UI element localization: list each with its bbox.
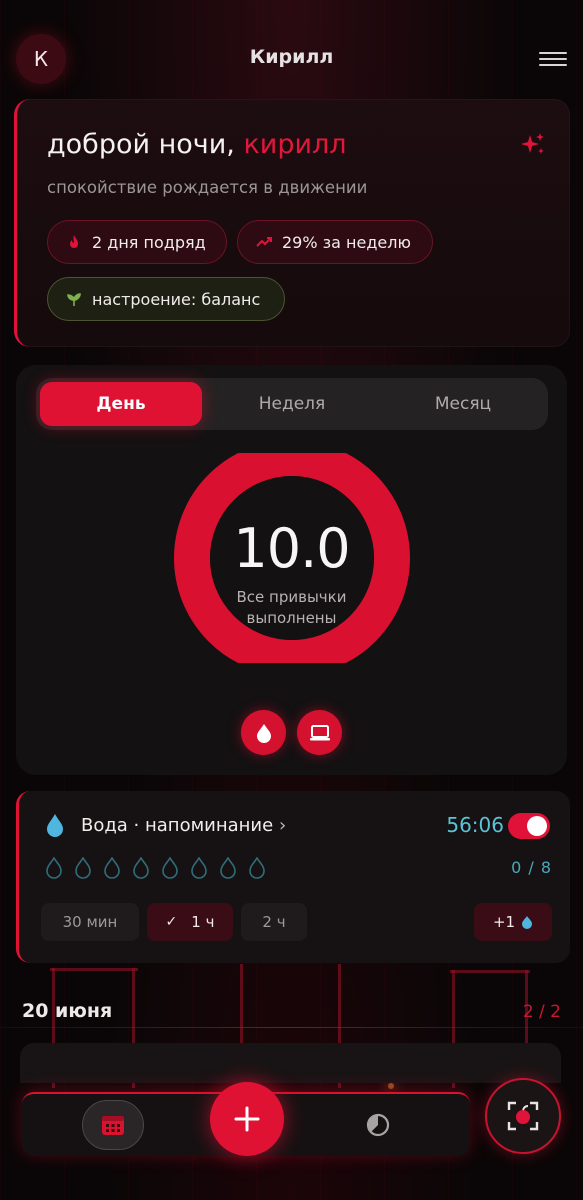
- scaffold-bar: [450, 970, 530, 973]
- interval-2h-button[interactable]: 2 ч: [241, 903, 307, 941]
- tab-day[interactable]: День: [40, 382, 202, 426]
- page-title: Кирилл: [249, 46, 334, 68]
- greeting-title: доброй ночи, кирилл: [47, 129, 347, 160]
- water-drop-empty-icon[interactable]: [219, 857, 237, 879]
- water-drop-icon: [47, 814, 63, 837]
- water-title: Вода · напоминание: [81, 815, 274, 836]
- reminder-toggle[interactable]: [508, 813, 550, 839]
- greeting-name: кирилл: [243, 129, 347, 160]
- streak-label: 2 дня подряд: [92, 232, 206, 252]
- chevron-right-icon: ›: [278, 815, 287, 836]
- scaffold-bar: [50, 968, 138, 971]
- section-count: 2 / 2: [522, 1002, 561, 1022]
- nav-calendar-button[interactable]: [82, 1100, 144, 1150]
- plus-icon: [234, 1106, 260, 1132]
- greeting-prefix: доброй ночи,: [47, 129, 244, 160]
- tab-month[interactable]: Месяц: [382, 382, 544, 426]
- app-header: К Кирилл: [16, 34, 567, 84]
- section-date: 20 июня: [22, 1000, 113, 1022]
- add-water-label: +1: [492, 913, 516, 931]
- sparkle-icon[interactable]: [520, 131, 546, 157]
- habit-water-button[interactable]: [241, 710, 286, 755]
- water-drop-empty-icon[interactable]: [161, 857, 179, 879]
- mood-chip[interactable]: настроение: баланс: [47, 277, 285, 321]
- greeting-subtitle: спокойствие рождается в движении: [47, 178, 368, 197]
- interval-1h-label: 1 ч: [191, 913, 215, 931]
- trend-up-icon: [256, 237, 272, 247]
- food-scan-button[interactable]: [485, 1078, 561, 1154]
- water-drop-small-icon: [522, 915, 533, 929]
- laptop-icon: [309, 724, 330, 740]
- drop-icon: [256, 723, 271, 743]
- mood-label: настроение: баланс: [92, 289, 261, 309]
- water-drop-empty-icon[interactable]: [190, 857, 208, 879]
- scan-icon: [507, 1101, 539, 1131]
- stats-card: День Неделя Месяц 10.0 Все привычки выпо…: [16, 365, 567, 775]
- progress-value: 10.0: [233, 517, 350, 580]
- progress-caption-line2: выполнены: [246, 609, 337, 627]
- check-icon: ✓: [165, 914, 178, 930]
- water-drop-empty-icon[interactable]: [45, 857, 63, 879]
- period-switcher: День Неделя Месяц: [36, 378, 548, 430]
- streak-chip[interactable]: 2 дня подряд: [47, 220, 227, 264]
- interval-30min-button[interactable]: 30 мин: [41, 903, 139, 941]
- weekly-progress-label: 29% за неделю: [282, 232, 411, 252]
- menu-icon[interactable]: [539, 48, 567, 70]
- habit-screen-button[interactable]: [297, 710, 342, 755]
- progress-caption: Все привычки выполнены: [16, 587, 567, 629]
- water-count: 0 / 8: [511, 858, 552, 877]
- weekly-progress-chip[interactable]: 29% за неделю: [237, 220, 433, 264]
- water-drop-empty-icon[interactable]: [74, 857, 92, 879]
- flame-icon: [70, 235, 78, 248]
- reminder-timer: 56:06: [446, 813, 504, 837]
- history-icon[interactable]: [365, 1112, 391, 1138]
- greeting-card: доброй ночи, кирилл спокойствие рождаетс…: [14, 99, 570, 347]
- progress-caption-line1: Все привычки: [236, 588, 347, 606]
- habit-list-card[interactable]: [20, 1043, 561, 1083]
- interval-30min-label: 30 мин: [62, 913, 118, 931]
- ambient-spark: [388, 1083, 394, 1089]
- add-water-button[interactable]: +1: [474, 903, 552, 941]
- water-title-link[interactable]: Вода · напоминание ›: [81, 815, 286, 836]
- water-drop-empty-icon[interactable]: [248, 857, 266, 879]
- interval-2h-label: 2 ч: [262, 913, 286, 931]
- water-reminder-card: Вода · напоминание › 56:06 0 / 8 30 мин …: [16, 791, 570, 963]
- divider: [0, 1027, 583, 1028]
- calendar-icon: [102, 1116, 124, 1135]
- tab-week[interactable]: Неделя: [211, 382, 373, 426]
- add-habit-button[interactable]: [210, 1082, 284, 1156]
- interval-1h-button[interactable]: ✓ 1 ч: [147, 903, 233, 941]
- water-drop-empty-icon[interactable]: [132, 857, 150, 879]
- water-drop-empty-icon[interactable]: [103, 857, 121, 879]
- sprout-icon: [67, 293, 81, 306]
